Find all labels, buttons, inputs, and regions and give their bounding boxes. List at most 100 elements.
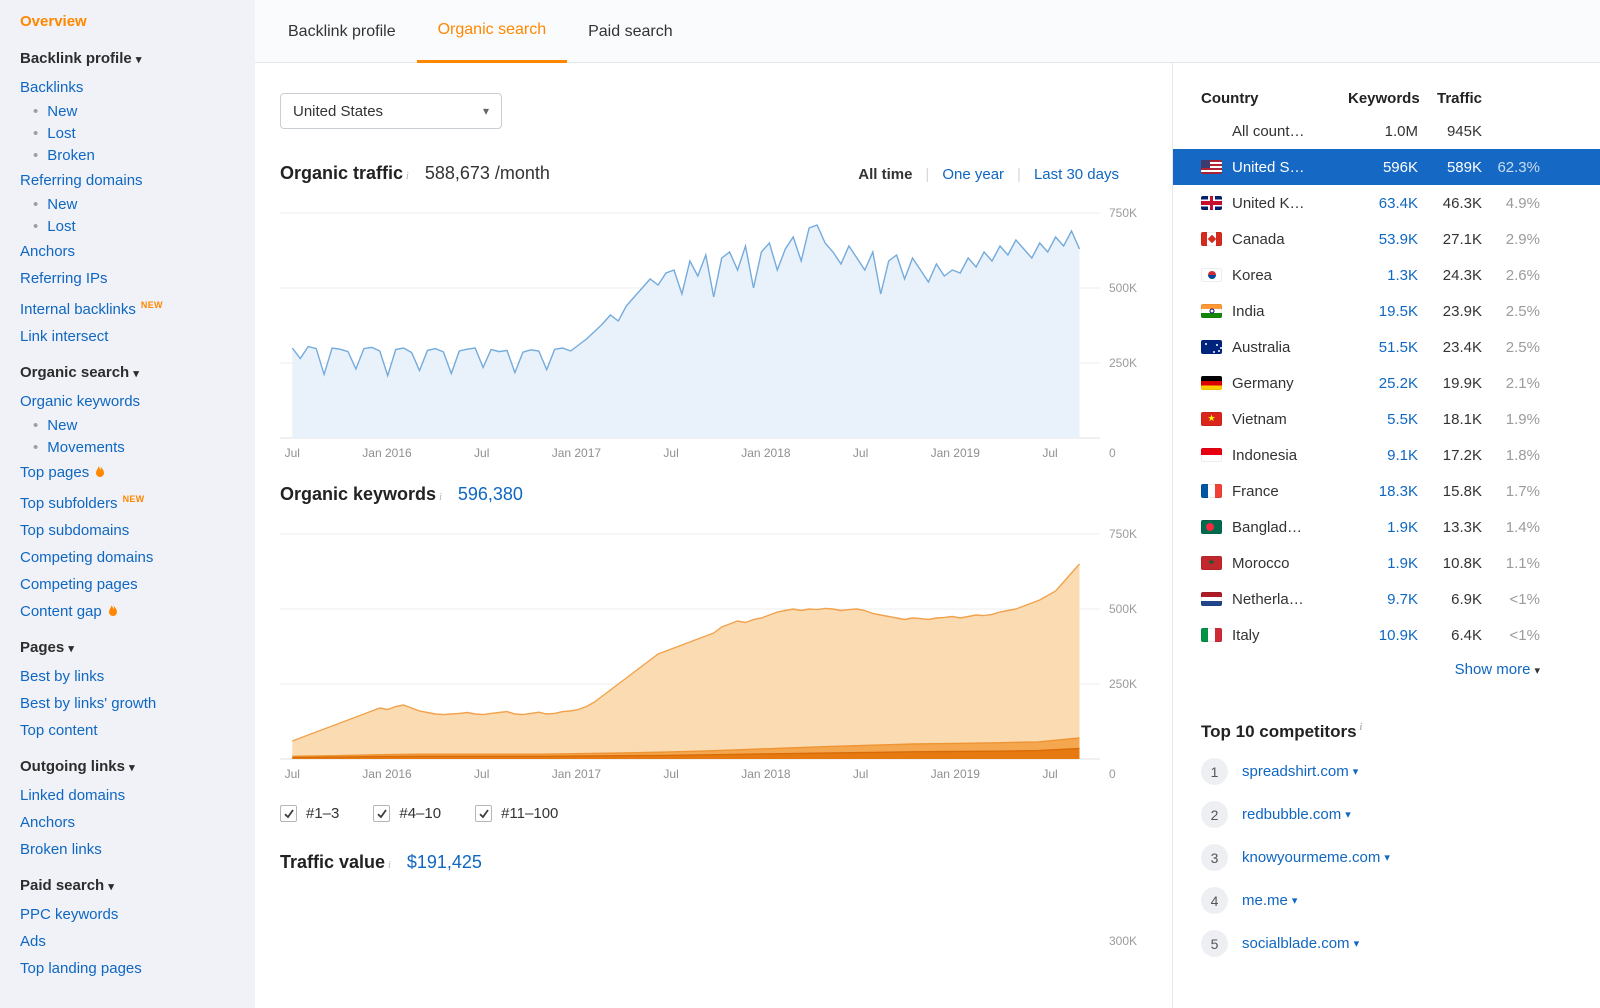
keywords-value[interactable]: 10.9K: [1348, 627, 1418, 644]
keywords-value[interactable]: 1.3K: [1348, 267, 1418, 284]
organic-keywords-count-link[interactable]: 596,380: [458, 484, 523, 505]
competitor-domain-link[interactable]: redbubble.com: [1242, 806, 1341, 823]
keywords-value[interactable]: 63.4K: [1348, 195, 1418, 212]
country-row-india[interactable]: India19.5K23.9K2.5%: [1173, 293, 1600, 329]
country-row-all-count[interactable]: All count…1.0M945K: [1173, 113, 1600, 149]
competitor-domain-link[interactable]: knowyourmeme.com: [1242, 849, 1380, 866]
info-icon[interactable]: i: [388, 860, 391, 871]
chevron-down-icon[interactable]: ▾: [1345, 808, 1351, 821]
country-name: Germany: [1201, 375, 1348, 392]
sidebar-item-lost[interactable]: •Lost: [20, 216, 255, 238]
rank-filter-1-3[interactable]: #1–3: [280, 805, 339, 822]
tab-organic-search[interactable]: Organic search: [417, 0, 568, 63]
sidebar-item-top-subdomains[interactable]: Top subdomains: [20, 517, 255, 544]
sidebar-item-broken[interactable]: •Broken: [20, 145, 255, 167]
tab-backlink-profile[interactable]: Backlink profile: [267, 0, 417, 63]
sidebar-item-top-subfolders[interactable]: Top subfoldersNEW: [20, 486, 255, 517]
sidebar-item-best-by-links-growth[interactable]: Best by links' growth: [20, 690, 255, 717]
sidebar-item-overview[interactable]: Overview: [20, 8, 255, 36]
country-row-italy[interactable]: Italy10.9K6.4K<1%: [1173, 617, 1600, 653]
sidebar-item-organic-keywords[interactable]: Organic keywords: [20, 388, 255, 415]
sidebar-item-top-pages[interactable]: Top pages: [20, 459, 255, 486]
country-row-united-s[interactable]: United S…596K589K62.3%: [1173, 149, 1600, 185]
sidebar-item-linked-domains[interactable]: Linked domains: [20, 782, 255, 809]
rank-filter-4-10[interactable]: #4–10: [373, 805, 441, 822]
countries-table-header: Country Keywords Traffic: [1173, 83, 1600, 113]
sidebar-item-ppc-keywords[interactable]: PPC keywords: [20, 901, 255, 928]
info-icon[interactable]: i: [439, 492, 442, 503]
country-row-canada[interactable]: Canada53.9K27.1K2.9%: [1173, 221, 1600, 257]
country-row-australia[interactable]: Australia51.5K23.4K2.5%: [1173, 329, 1600, 365]
sidebar-item-outgoing-links[interactable]: Outgoing links ▾: [20, 753, 255, 782]
sidebar-item-competing-pages[interactable]: Competing pages: [20, 571, 255, 598]
bullet-icon: •: [33, 439, 38, 456]
chevron-down-icon[interactable]: ▾: [1384, 851, 1390, 864]
keywords-value[interactable]: 51.5K: [1348, 339, 1418, 356]
svg-text:Jul: Jul: [853, 446, 868, 460]
country-row-vietnam[interactable]: Vietnam5.5K18.1K1.9%: [1173, 401, 1600, 437]
keywords-value[interactable]: 19.5K: [1348, 303, 1418, 320]
country-row-morocco[interactable]: Morocco1.9K10.8K1.1%: [1173, 545, 1600, 581]
sidebar-item-referring-ips[interactable]: Referring IPs: [20, 265, 255, 292]
country-row-indonesia[interactable]: Indonesia9.1K17.2K1.8%: [1173, 437, 1600, 473]
range-last-30-days[interactable]: Last 30 days: [1034, 166, 1119, 183]
sidebar-item-competing-domains[interactable]: Competing domains: [20, 544, 255, 571]
country-row-korea[interactable]: Korea1.3K24.3K2.6%: [1173, 257, 1600, 293]
sidebar-item-content-gap[interactable]: Content gap: [20, 598, 255, 625]
sidebar-item-paid-search[interactable]: Paid search ▾: [20, 872, 255, 901]
range-one-year[interactable]: One year: [942, 166, 1004, 183]
keywords-value[interactable]: 53.9K: [1348, 231, 1418, 248]
sidebar-item-organic-search[interactable]: Organic search ▾: [20, 359, 255, 388]
sidebar-item-anchors[interactable]: Anchors: [20, 809, 255, 836]
traffic-value-link[interactable]: $191,425: [407, 852, 482, 873]
range-all-time[interactable]: All time: [858, 166, 912, 183]
sidebar-item-new[interactable]: •New: [20, 101, 255, 123]
keywords-value[interactable]: 5.5K: [1348, 411, 1418, 428]
country-row-united-k[interactable]: United K…63.4K46.3K4.9%: [1173, 185, 1600, 221]
info-icon[interactable]: i: [406, 171, 409, 182]
competitors-section: Top 10 competitorsi 1spreadshirt.com▾2re…: [1173, 722, 1600, 957]
sidebar-item-top-content[interactable]: Top content: [20, 717, 255, 744]
sidebar-item-link-intersect[interactable]: Link intersect: [20, 323, 255, 350]
sidebar-item-ads[interactable]: Ads: [20, 928, 255, 955]
sidebar-item-new[interactable]: •New: [20, 415, 255, 437]
traffic-value: 589K: [1418, 159, 1482, 176]
sidebar-item-pages[interactable]: Pages ▾: [20, 634, 255, 663]
keywords-value[interactable]: 596K: [1348, 159, 1418, 176]
sidebar-item-broken-links[interactable]: Broken links: [20, 836, 255, 863]
country-row-germany[interactable]: Germany25.2K19.9K2.1%: [1173, 365, 1600, 401]
chevron-down-icon[interactable]: ▾: [1353, 765, 1359, 778]
chevron-down-icon[interactable]: ▾: [1292, 894, 1298, 907]
competitor-domain-link[interactable]: socialblade.com: [1242, 935, 1350, 952]
keywords-value[interactable]: 25.2K: [1348, 375, 1418, 392]
country-name: Vietnam: [1201, 411, 1348, 428]
country-row-banglad[interactable]: Banglad…1.9K13.3K1.4%: [1173, 509, 1600, 545]
country-row-netherla[interactable]: Netherla…9.7K6.9K<1%: [1173, 581, 1600, 617]
keywords-value[interactable]: 9.7K: [1348, 591, 1418, 608]
sidebar-item-referring-domains[interactable]: Referring domains: [20, 167, 255, 194]
tab-paid-search[interactable]: Paid search: [567, 0, 694, 63]
sidebar-item-internal-backlinks[interactable]: Internal backlinksNEW: [20, 292, 255, 323]
keywords-value[interactable]: 9.1K: [1348, 447, 1418, 464]
sidebar-item-backlinks[interactable]: Backlinks: [20, 74, 255, 101]
sidebar-item-new[interactable]: •New: [20, 194, 255, 216]
competitor-domain-link[interactable]: me.me: [1242, 892, 1288, 909]
sidebar-item-movements[interactable]: •Movements: [20, 437, 255, 459]
sidebar-item-best-by-links[interactable]: Best by links: [20, 663, 255, 690]
keywords-value[interactable]: 18.3K: [1348, 483, 1418, 500]
rank-filter-11-100[interactable]: #11–100: [475, 805, 558, 822]
info-icon[interactable]: i: [1360, 722, 1363, 733]
sidebar-item-backlink-profile[interactable]: Backlink profile ▾: [20, 45, 255, 74]
show-more-button[interactable]: Show more: [1455, 661, 1531, 678]
sidebar-section-label: Outgoing links: [20, 758, 125, 775]
keywords-value[interactable]: 1.9K: [1348, 555, 1418, 572]
country-selector[interactable]: United States ▾: [280, 93, 502, 129]
competitor-domain-link[interactable]: spreadshirt.com: [1242, 763, 1349, 780]
country-row-france[interactable]: France18.3K15.8K1.7%: [1173, 473, 1600, 509]
chevron-down-icon[interactable]: ▾: [1354, 937, 1360, 950]
sidebar-item-top-landing-pages[interactable]: Top landing pages: [20, 955, 255, 982]
kr-flag-icon: [1201, 268, 1222, 282]
sidebar-item-lost[interactable]: •Lost: [20, 123, 255, 145]
keywords-value[interactable]: 1.9K: [1348, 519, 1418, 536]
sidebar-item-anchors[interactable]: Anchors: [20, 238, 255, 265]
